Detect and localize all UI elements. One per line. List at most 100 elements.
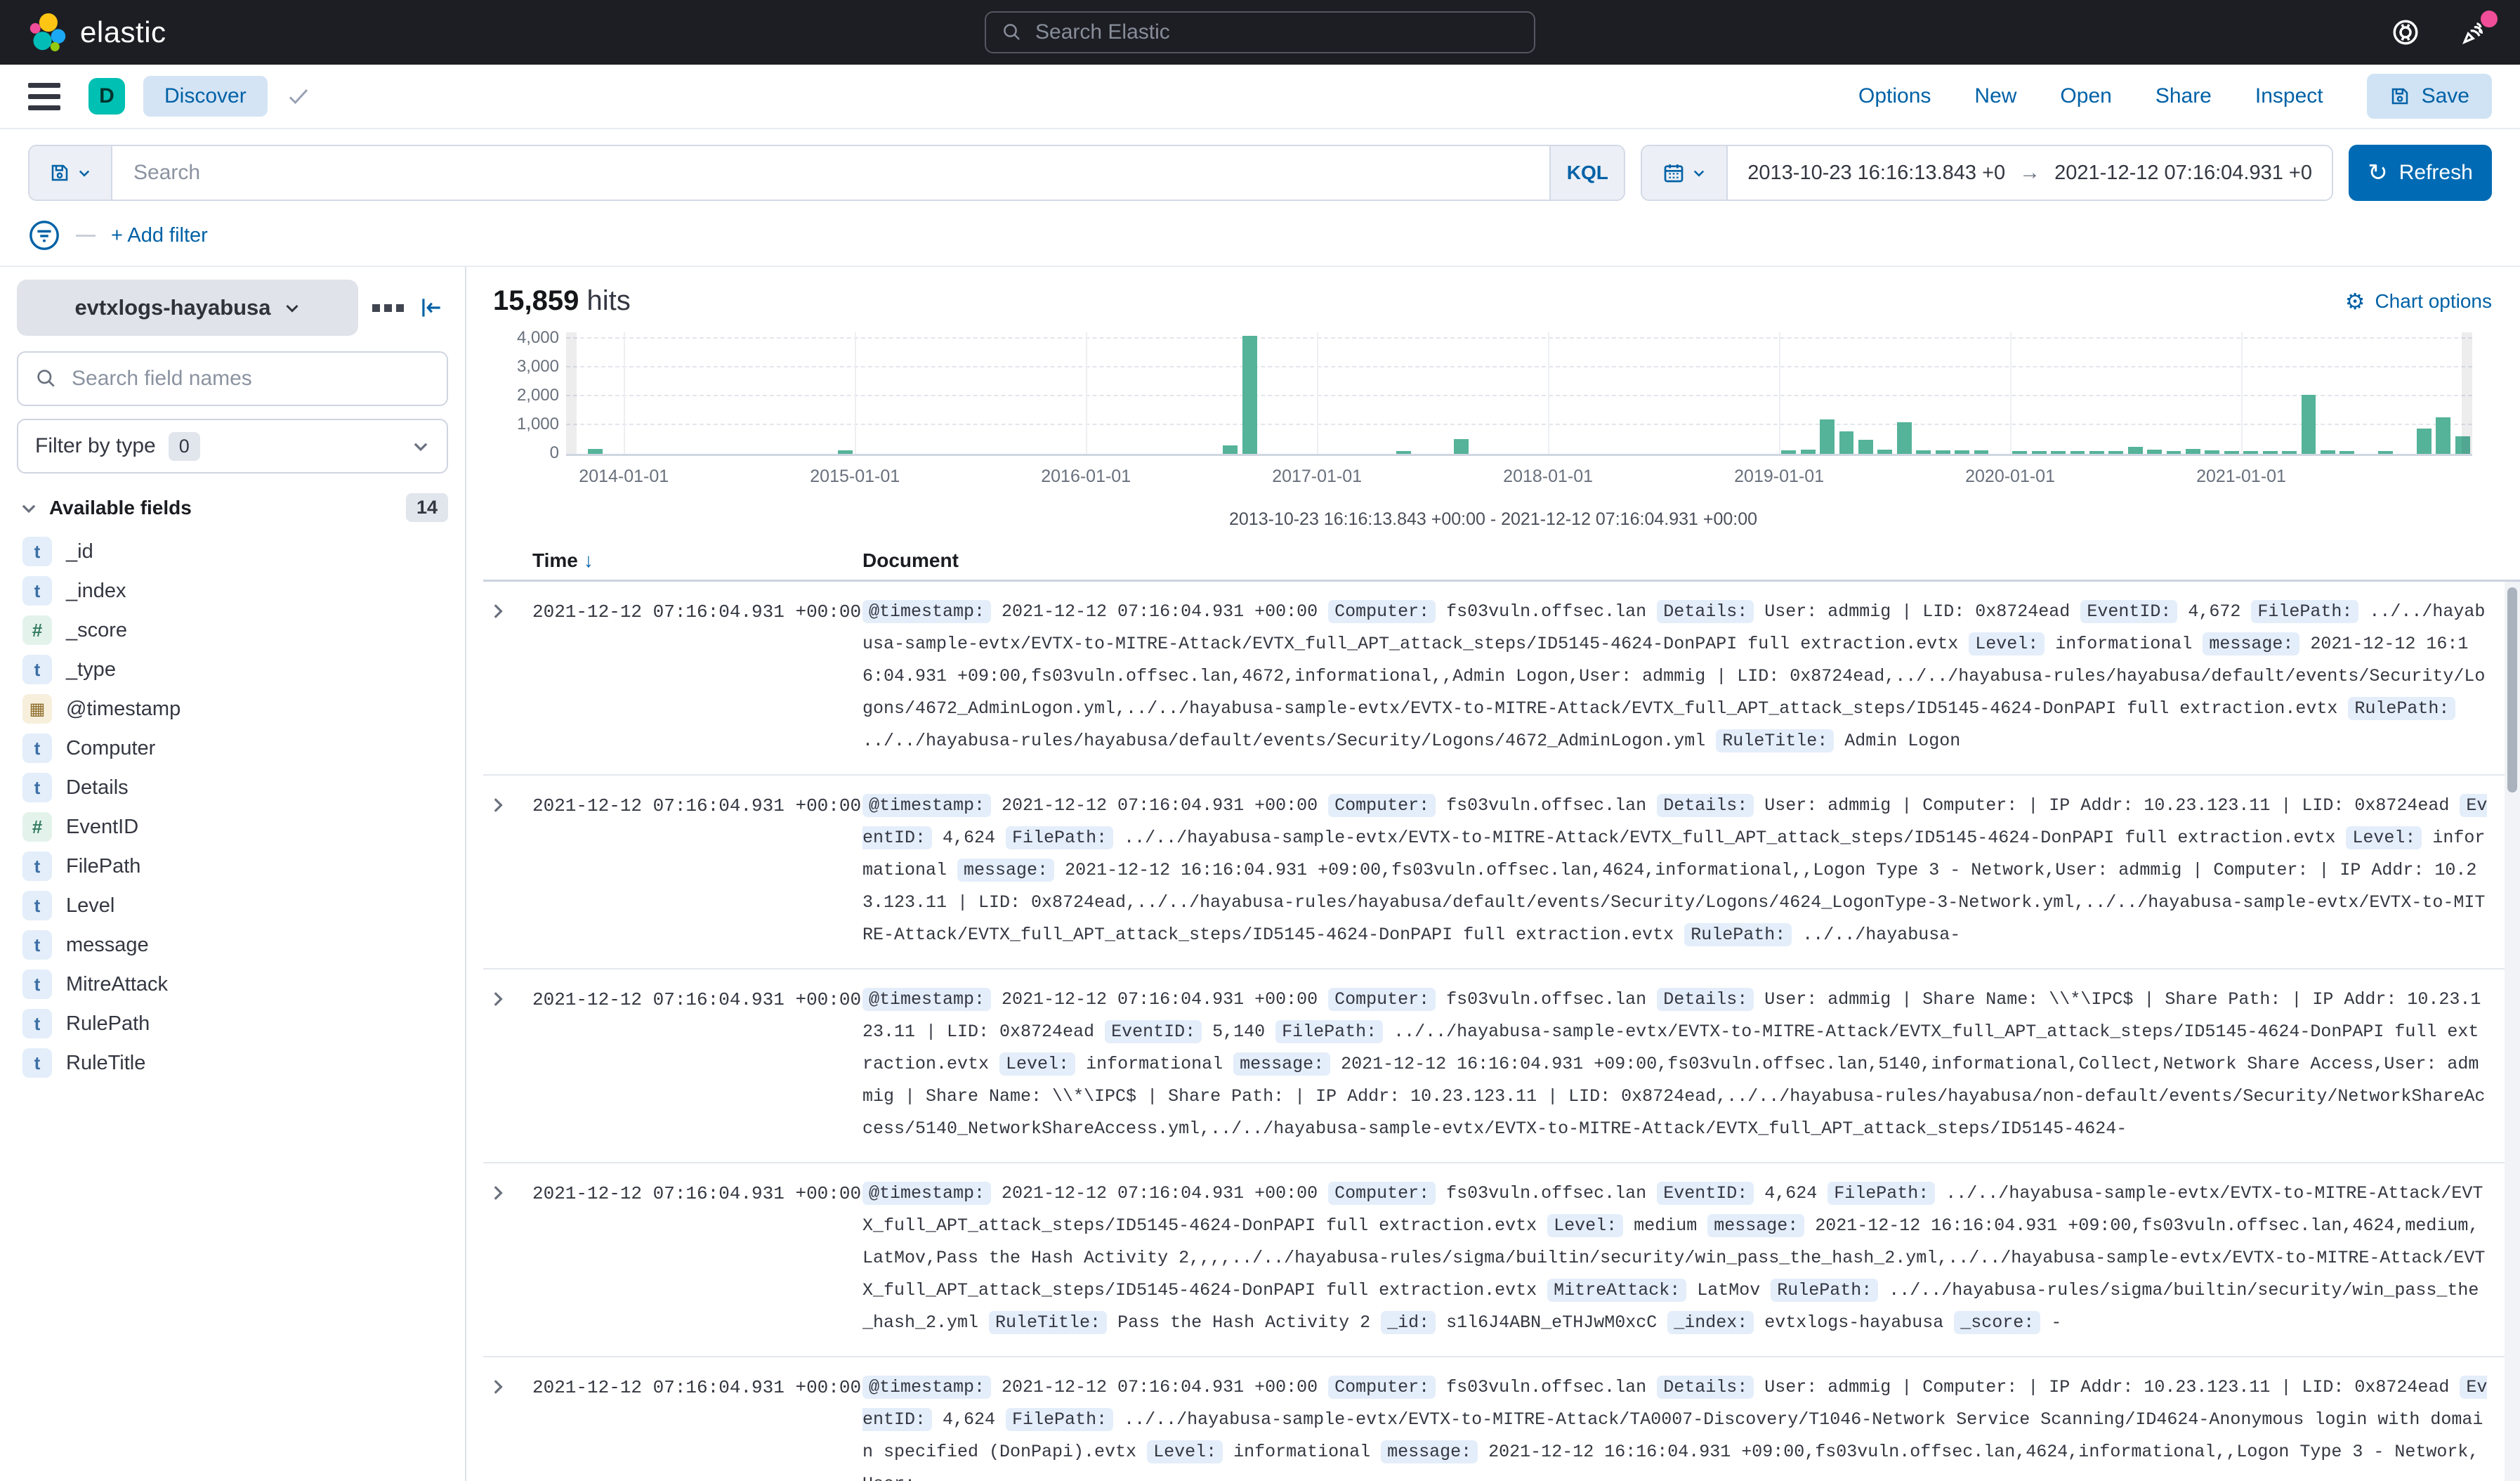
chevron-down-icon xyxy=(20,499,38,517)
expand-row-button[interactable] xyxy=(483,1177,532,1206)
field-item-eventid[interactable]: #EventID xyxy=(17,807,448,847)
histogram-bar xyxy=(2205,450,2219,454)
field-search-placeholder: Search field names xyxy=(72,367,252,391)
hits-number: 15,859 xyxy=(493,285,579,316)
table-row: 2021-12-12 07:16:04.931 +00:00@timestamp… xyxy=(483,970,2520,1163)
saved-query-menu-button[interactable] xyxy=(29,146,112,200)
field-item-_score[interactable]: #_score xyxy=(17,611,448,650)
histogram-bar xyxy=(2089,451,2104,454)
string-field-type-icon: t xyxy=(22,655,52,684)
field-name-chip: @timestamp: xyxy=(862,794,991,817)
field-item-rulepath[interactable]: tRulePath xyxy=(17,1004,448,1043)
collapse-sidebar-icon[interactable] xyxy=(418,294,445,321)
inspect-button[interactable]: Inspect xyxy=(2255,84,2323,108)
x-axis-tick-label: 2018-01-01 xyxy=(1503,467,1593,487)
global-search-input[interactable]: Search Elastic xyxy=(985,11,1535,53)
field-search-input[interactable]: Search field names xyxy=(17,351,448,406)
expand-row-button[interactable] xyxy=(483,790,532,818)
chevron-right-icon xyxy=(489,1183,508,1203)
string-field-type-icon: t xyxy=(22,891,52,920)
expand-row-button[interactable] xyxy=(483,596,532,625)
y-gridline xyxy=(566,424,2472,425)
field-settings-icon[interactable] xyxy=(372,304,404,312)
options-button[interactable]: Options xyxy=(1858,84,1931,108)
field-item-message[interactable]: tmessage xyxy=(17,925,448,965)
field-item-ruletitle[interactable]: tRuleTitle xyxy=(17,1043,448,1083)
open-button[interactable]: Open xyxy=(2060,84,2111,108)
query-language-button[interactable]: KQL xyxy=(1549,146,1624,200)
field-item-mitreattack[interactable]: t MitreAttack xyxy=(17,965,448,1004)
calendar-icon xyxy=(1662,162,1685,184)
histogram-bar xyxy=(1897,422,1912,454)
x-axis-tick-label: 2014-01-01 xyxy=(579,467,669,487)
field-name-chip: RulePath: xyxy=(1771,1279,1878,1302)
histogram-bar xyxy=(2263,451,2278,454)
query-bar: Search KQL 2013-10-23 16:16:13.843 +0 → … xyxy=(0,129,2520,215)
new-button[interactable]: New xyxy=(1974,84,2016,108)
document-cell: @timestamp: 2021-12-12 07:16:04.931 +00:… xyxy=(862,596,2520,757)
add-filter-button[interactable]: + Add filter xyxy=(111,224,208,247)
filter-by-type-select[interactable]: Filter by type 0 xyxy=(17,419,448,474)
breadcrumb[interactable]: Discover xyxy=(143,76,268,117)
help-icon[interactable] xyxy=(2391,18,2420,47)
chart-options-label: Chart options xyxy=(2375,290,2492,313)
string-field-type-icon: t xyxy=(22,970,52,999)
histogram-bar xyxy=(2224,451,2239,454)
available-fields-label: Available fields xyxy=(49,497,192,519)
field-name-chip: message: xyxy=(2203,632,2299,655)
share-button[interactable]: Share xyxy=(2155,84,2212,108)
histogram-bar xyxy=(1820,419,1835,454)
save-button[interactable]: Save xyxy=(2367,74,2492,119)
index-pattern-selector[interactable]: evtxlogs-hayabusa xyxy=(17,280,358,336)
field-item-timestamp[interactable]: ▦@timestamp xyxy=(17,689,448,729)
global-header: elastic Search Elastic xyxy=(0,0,2520,65)
chart-options-button[interactable]: ⚙ Chart options xyxy=(2345,290,2492,313)
field-label: MitreAttack xyxy=(66,973,168,996)
field-item-_index[interactable]: t_index xyxy=(17,571,448,611)
newsfeed-icon[interactable] xyxy=(2460,18,2489,47)
field-item-details[interactable]: tDetails xyxy=(17,768,448,807)
field-item-computer[interactable]: tComputer xyxy=(17,729,448,768)
field-item-_type[interactable]: t_type xyxy=(17,650,448,689)
field-name-chip: RuleTitle: xyxy=(989,1311,1107,1334)
scrollbar-track[interactable] xyxy=(2505,582,2520,1481)
histogram-bar xyxy=(2071,451,2085,454)
refresh-button[interactable]: ↻ Refresh xyxy=(2349,145,2492,201)
menu-icon[interactable] xyxy=(28,83,60,110)
field-item-level[interactable]: tLevel xyxy=(17,886,448,925)
string-field-type-icon: t xyxy=(22,576,52,606)
notification-dot xyxy=(2481,11,2498,27)
save-icon xyxy=(2389,86,2410,107)
field-item-_id[interactable]: t_id xyxy=(17,532,448,571)
histogram-plot[interactable]: 01,0002,0003,0004,0002014-01-012015-01-0… xyxy=(566,332,2472,456)
date-quick-select-button[interactable] xyxy=(1642,146,1728,200)
date-range-end[interactable]: 2021-12-12 07:16:04.931 +0 xyxy=(2054,162,2312,185)
time-column-header[interactable]: Time↓ xyxy=(532,549,862,572)
query-input[interactable]: Search xyxy=(112,146,1549,200)
partial-bucket-band xyxy=(566,332,577,454)
elastic-logo-icon xyxy=(28,13,67,52)
expand-row-button[interactable] xyxy=(483,1371,532,1400)
number-field-type-icon: # xyxy=(22,615,52,645)
field-item-filepath[interactable]: tFilePath xyxy=(17,847,448,886)
time-cell: 2021-12-12 07:16:04.931 +00:00 xyxy=(532,790,862,822)
available-fields-header[interactable]: Available fields 14 xyxy=(17,493,448,522)
histogram-bar xyxy=(1396,451,1411,454)
field-name-chip: Details: xyxy=(1657,1376,1754,1399)
field-name-chip: Details: xyxy=(1657,794,1754,817)
field-name-chip: Level: xyxy=(2346,826,2422,849)
filter-by-type-label: Filter by type xyxy=(35,434,156,458)
date-range-start[interactable]: 2013-10-23 16:16:13.843 +0 xyxy=(1747,162,2005,185)
field-name-chip: message: xyxy=(1233,1052,1330,1076)
filter-menu-icon[interactable] xyxy=(28,219,60,252)
field-name-chip: @timestamp: xyxy=(862,1376,991,1399)
expand-row-button[interactable] xyxy=(483,984,532,1012)
filter-bar: + Add filter xyxy=(0,215,2520,267)
y-axis-tick-label: 4,000 xyxy=(494,328,559,348)
x-axis-tick-label: 2016-01-01 xyxy=(1041,467,1131,487)
elastic-logo[interactable]: elastic xyxy=(28,13,166,52)
space-avatar[interactable]: D xyxy=(88,78,125,115)
field-label: _id xyxy=(66,540,93,563)
scrollbar-thumb[interactable] xyxy=(2507,587,2517,792)
histogram-bar xyxy=(1877,450,1892,454)
